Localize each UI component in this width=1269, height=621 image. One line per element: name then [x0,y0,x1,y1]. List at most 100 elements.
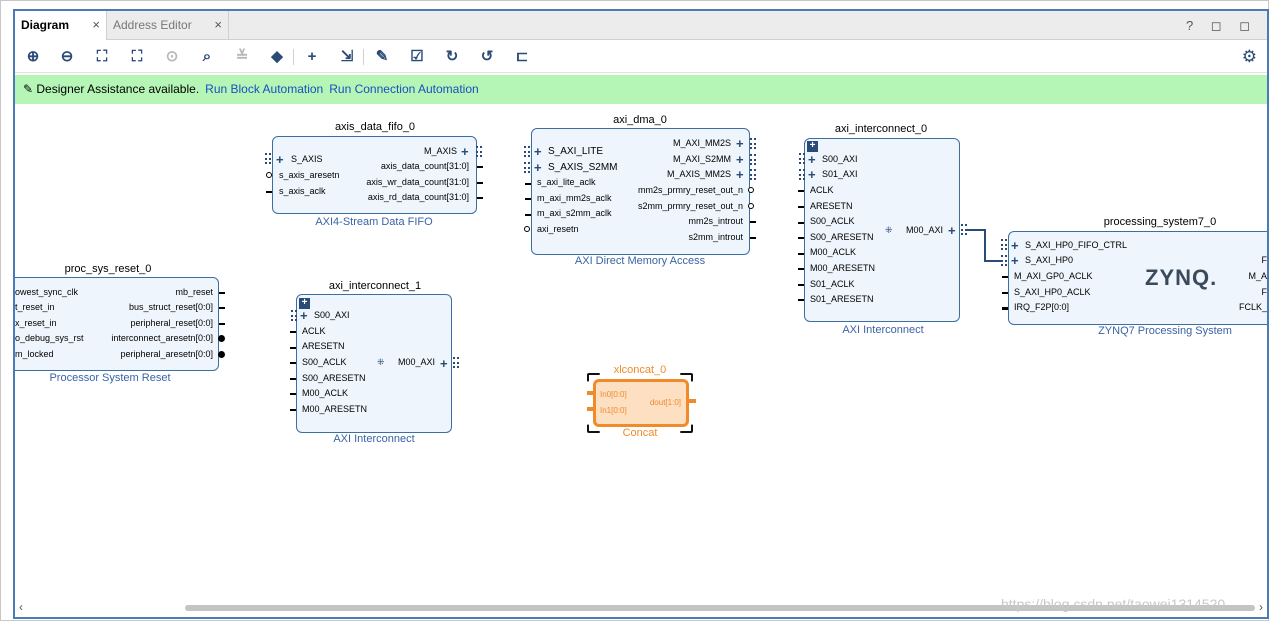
settings-icon[interactable]: ⚙ [1242,47,1257,67]
port-pin[interactable] [266,191,272,193]
connection-wire[interactable] [984,229,986,261]
expand-interface-icon[interactable]: + [300,309,308,322]
port-pin[interactable] [748,203,754,209]
port-pin[interactable] [219,307,225,309]
expand-interface-icon[interactable]: + [276,153,284,166]
expand-interface-icon[interactable]: + [736,168,744,181]
port-label: s_axis_aclk [279,186,326,196]
port-pin[interactable] [688,399,696,403]
port-pin[interactable] [290,362,296,364]
bus-interface-icon[interactable] [453,357,459,368]
tab-diagram-close-icon[interactable]: × [92,11,100,39]
scroll-left-icon[interactable]: ‹ [19,600,23,614]
port-label: ACLK [302,326,326,336]
port-pin[interactable] [587,391,595,395]
expand-interface-icon[interactable]: + [736,137,744,150]
expand-interface-icon[interactable]: + [1011,254,1019,267]
expand-icon[interactable]: ◆ [267,47,287,67]
route-icon[interactable]: ⇲ [337,47,357,67]
auto-connect-icon[interactable]: ⊙ [162,47,182,67]
port-pin[interactable] [290,409,296,411]
port-pin[interactable] [748,187,754,193]
connection-wire[interactable] [984,260,1002,262]
bus-interface-icon[interactable] [265,153,271,164]
expand-interface-icon[interactable]: + [534,161,542,174]
bus-interface-icon[interactable] [1001,255,1007,266]
bus-interface-icon[interactable] [1001,239,1007,250]
port-pin[interactable] [798,253,804,255]
port-pin[interactable] [290,331,296,333]
port-label: F [1261,255,1268,265]
port-pin[interactable] [587,407,595,411]
port-pin[interactable] [798,299,804,301]
expand-interface-icon[interactable]: + [948,224,956,237]
port-pin[interactable] [525,214,531,216]
zoom-in-icon[interactable]: ⊕ [23,47,43,67]
port-pin[interactable] [1002,276,1008,278]
port-pin[interactable] [218,335,225,342]
properties-icon[interactable]: ✎ [372,47,392,67]
collapse-icon[interactable]: ≚ [232,47,252,67]
refresh-icon[interactable]: ↻ [442,47,462,67]
pin-icon[interactable]: ⊏ [512,47,532,67]
port-pin[interactable] [1002,307,1008,310]
vivado-window: Diagram × Address Editor × ? ◻ ◻ ⊕ ⊖ ⛶ ⛶ ⊙… [0,0,1269,621]
expand-interface-icon[interactable]: + [808,168,816,181]
run-block-automation-link[interactable]: Run Block Automation [205,82,323,96]
window-controls[interactable]: ? ◻ ◻ [1186,11,1257,40]
bus-interface-icon[interactable] [799,153,805,164]
validate-icon[interactable]: ☑ [407,47,427,67]
port-pin[interactable] [798,284,804,286]
port-label: S01_AXI [822,169,858,179]
bus-interface-icon[interactable] [524,162,530,173]
fit-icon[interactable]: ⛶ [92,47,112,67]
run-connection-automation-link[interactable]: Run Connection Automation [329,82,478,96]
bus-interface-icon[interactable] [476,146,482,157]
block-name: xlconcat_0 [613,364,667,376]
bus-interface-icon[interactable] [750,154,756,165]
tab-address-editor-close-icon[interactable]: × [214,11,222,39]
bus-interface-icon[interactable] [524,146,530,157]
bus-interface-icon[interactable] [750,138,756,149]
port-pin[interactable] [750,237,756,239]
bus-interface-icon[interactable] [291,310,297,321]
port-pin[interactable] [266,172,272,178]
port-pin[interactable] [477,197,483,199]
port-pin[interactable] [525,198,531,200]
port-pin[interactable] [798,222,804,224]
port-pin[interactable] [798,237,804,239]
search-icon[interactable]: ⌕ [197,47,217,67]
port-pin[interactable] [524,226,530,232]
port-pin[interactable] [798,206,804,208]
port-pin[interactable] [1002,292,1008,294]
bus-interface-icon[interactable] [799,169,805,180]
port-pin[interactable] [798,190,804,192]
expand-block-icon[interactable]: + [807,141,818,152]
fit-selection-icon[interactable]: ⛶ [127,47,147,67]
expand-interface-icon[interactable]: + [461,145,469,158]
expand-interface-icon[interactable]: + [808,153,816,166]
expand-interface-icon[interactable]: + [736,153,744,166]
port-pin[interactable] [798,268,804,270]
expand-interface-icon[interactable]: + [534,145,542,158]
port-pin[interactable] [219,292,225,294]
port-pin[interactable] [219,323,225,325]
expand-interface-icon[interactable]: + [1011,239,1019,252]
tab-diagram[interactable]: Diagram × [15,11,107,40]
tab-address-editor[interactable]: Address Editor × [107,11,229,40]
port-pin[interactable] [290,347,296,349]
port-pin[interactable] [750,221,756,223]
port-pin[interactable] [290,378,296,380]
bus-interface-icon[interactable] [750,169,756,180]
port-pin[interactable] [525,183,531,185]
port-pin[interactable] [477,166,483,168]
port-pin[interactable] [477,182,483,184]
expand-interface-icon[interactable]: + [440,357,448,370]
port-pin[interactable] [218,351,225,358]
diagram-canvas[interactable]: proc_sys_reset_0 owest_sync_clk t_reset_… [15,105,1267,599]
scroll-right-icon[interactable]: › [1259,600,1263,614]
zoom-out-icon[interactable]: ⊖ [57,47,77,67]
regenerate-icon[interactable]: ↺ [477,47,497,67]
port-pin[interactable] [290,393,296,395]
add-ip-icon[interactable]: + [302,47,322,67]
